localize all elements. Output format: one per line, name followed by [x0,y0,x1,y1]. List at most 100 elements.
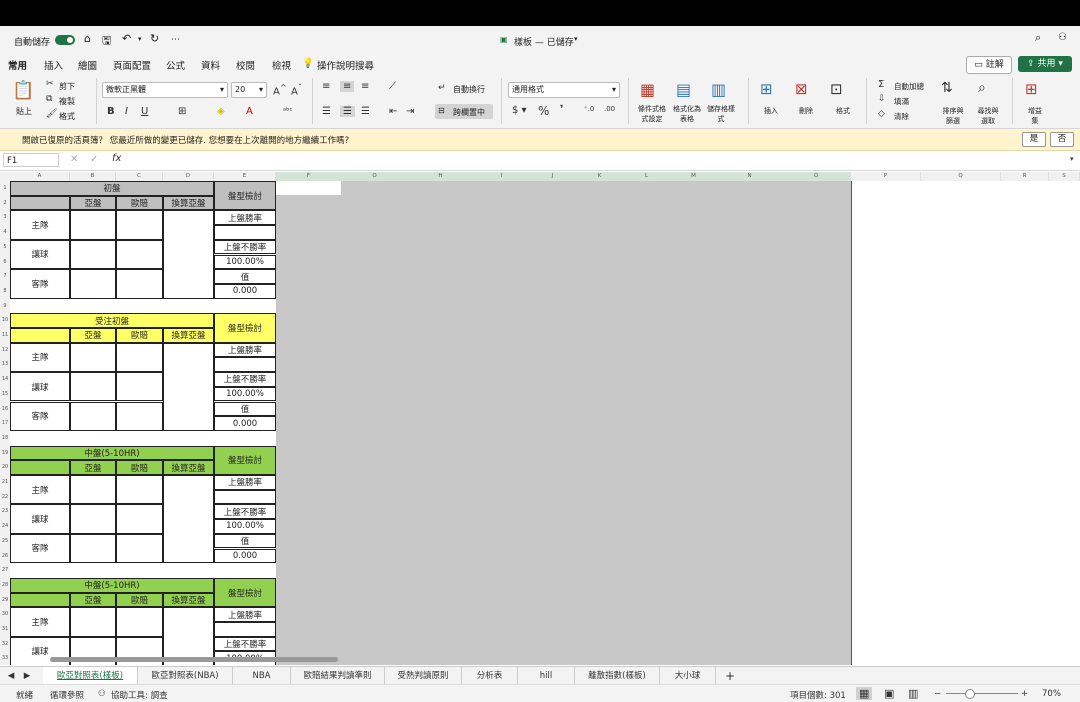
col-header-i[interactable]: I [474,172,530,181]
team-label[interactable]: 讓球 [10,239,70,270]
italic-icon[interactable]: I [125,106,128,117]
row-header[interactable]: 23 [0,508,10,514]
paste-icon[interactable]: 📋 [12,80,34,101]
row-header[interactable]: 22 [0,494,10,500]
sheet-tab[interactable]: 離散指數(樣板) [575,667,660,685]
autosum-button[interactable]: 自動加總 [894,81,924,92]
row-header[interactable]: 20 [0,464,10,470]
search-icon[interactable]: ⌕ [1035,31,1041,45]
insert-function-icon[interactable]: fx [112,153,121,164]
upper-win-rate-value[interactable] [214,489,276,505]
row-header[interactable]: 11 [0,332,10,338]
euro-odds-cell[interactable] [116,269,163,299]
sheet-tab[interactable]: 歐亞對照表(樣板) [43,667,138,685]
upper-win-rate[interactable]: 上盤勝率 [214,342,276,358]
align-bottom-icon[interactable]: ≡ [361,81,369,92]
converted-line-cell[interactable] [163,342,214,431]
upper-lose-rate[interactable]: 上盤不勝率 [214,372,276,387]
row-header[interactable]: 18 [0,435,10,441]
comma-icon[interactable]: ❜ [560,104,563,115]
sheet-tab[interactable]: 大小球 [660,667,716,685]
value-label[interactable]: 值 [214,269,276,284]
block-title[interactable]: 初盤 [10,181,214,196]
merge-center-button[interactable]: ⊟ 跨欄置中 [435,104,493,119]
align-top-icon[interactable]: ≡ [322,81,330,92]
row-header[interactable]: 5 [0,244,10,250]
asian-line-cell[interactable] [70,504,116,534]
conditional-format-button[interactable]: 條件式格式設定 [636,104,668,124]
wrap-text-button[interactable]: 自動換行 [453,84,485,95]
no-button[interactable]: 否 [1050,132,1074,147]
increase-decimal-icon[interactable]: ⁺.0 [584,105,594,113]
increase-font-icon[interactable]: A^ [273,82,287,97]
asian-line-cell[interactable] [70,239,116,270]
clear-icon[interactable]: ◇ [878,109,885,119]
undo-icon[interactable]: ↶ [122,32,131,45]
page-layout-icon[interactable]: ▣ [884,687,894,700]
cut-icon[interactable]: ✂ [46,79,54,89]
row-header[interactable]: 7 [0,273,10,279]
currency-icon[interactable]: $ ▾ [512,105,527,116]
format-as-table-icon[interactable]: ▤ [676,80,691,99]
number-format-select[interactable]: 通用格式 ▾ [508,82,620,98]
euro-odds-cell[interactable] [116,210,163,240]
sub-header[interactable]: 歐賠 [116,592,163,608]
upper-win-rate[interactable]: 上盤勝率 [214,607,276,622]
asian-line-cell[interactable] [70,607,116,637]
value-label[interactable]: 值 [214,401,276,417]
cut-button[interactable]: 剪下 [59,81,75,92]
row-header[interactable]: 8 [0,288,10,294]
bold-icon[interactable]: B [107,106,115,117]
asian-line-cell[interactable] [70,372,116,402]
conditional-format-icon[interactable]: ▦ [640,80,655,99]
expand-formula-icon[interactable]: ▾ [1070,155,1074,163]
tell-me-search[interactable]: 操作說明搜尋 [317,58,374,72]
team-label[interactable]: 客隊 [10,401,70,431]
row-header[interactable]: 32 [0,641,10,647]
selected-range[interactable] [276,181,852,665]
sheet-tab[interactable]: NBA [233,667,291,685]
format-as-table-button[interactable]: 格式化為表格 [673,104,701,124]
check-header[interactable]: 盤型檢討 [214,577,276,608]
addins-button[interactable]: 增益集 [1025,106,1045,126]
clear-button[interactable]: 清除 [894,111,909,122]
sub-header[interactable]: 換算亞盤 [163,592,214,608]
align-middle-icon[interactable]: ≡ [340,81,355,92]
upper-lose-rate-value[interactable]: 100.00% [214,386,276,402]
col-header-n[interactable]: N [718,172,782,181]
sheet-tab[interactable]: 歐亞對照表(NBA) [138,667,233,685]
euro-odds-cell[interactable] [116,533,163,564]
phonetic-icon[interactable]: ᵃᵇᶜ [283,106,293,115]
cancel-icon[interactable]: ✕ [70,154,78,165]
tab-insert[interactable]: 插入 [44,58,63,72]
value-number[interactable]: 0.000 [214,548,276,564]
sort-filter-icon[interactable]: ⇅ [941,80,953,96]
horizontal-scrollbar[interactable] [50,657,338,662]
block-title[interactable]: 受注初盤 [10,313,214,328]
row-header[interactable]: 13 [0,361,10,367]
row-header[interactable]: 29 [0,597,10,603]
addins-icon[interactable]: ⊞ [1025,80,1038,98]
upper-win-rate[interactable]: 上盤勝率 [214,475,276,490]
delete-cells-button[interactable]: 刪除 [799,106,813,116]
row-header[interactable]: 33 [0,655,10,661]
upper-win-rate[interactable]: 上盤勝率 [214,210,276,226]
check-header[interactable]: 盤型檢討 [214,313,276,343]
yes-button[interactable]: 是 [1022,132,1046,147]
decrease-indent-icon[interactable]: ⇤ [389,106,397,117]
delete-cells-icon[interactable]: ⊠ [795,80,808,98]
euro-odds-cell[interactable] [116,475,163,505]
col-header-r[interactable]: R [1001,172,1049,181]
worksheet-grid[interactable]: 初盤 亞盤 歐賠 換算亞盤 盤型檢討 主隊 讓球 客隊 上盤勝率 上盤不勝率 100.00% 值 0.0… [10,181,1080,665]
upper-win-rate-value[interactable] [214,357,276,373]
zoom-out-icon[interactable]: − [934,689,941,699]
row-header[interactable]: 10 [0,317,10,323]
normal-view-icon[interactable]: ▦ [856,687,873,700]
zoom-in-icon[interactable]: + [1021,689,1028,699]
find-select-button[interactable]: 尋找與選取 [976,106,1000,126]
tab-page-layout[interactable]: 頁面配置 [113,58,151,72]
row-header[interactable]: 2 [0,200,10,206]
document-title[interactable]: 樣板 — 已儲存 [514,35,574,48]
format-painter-icon[interactable]: 🖌 [46,109,57,119]
find-select-icon[interactable]: ⌕ [978,80,986,96]
